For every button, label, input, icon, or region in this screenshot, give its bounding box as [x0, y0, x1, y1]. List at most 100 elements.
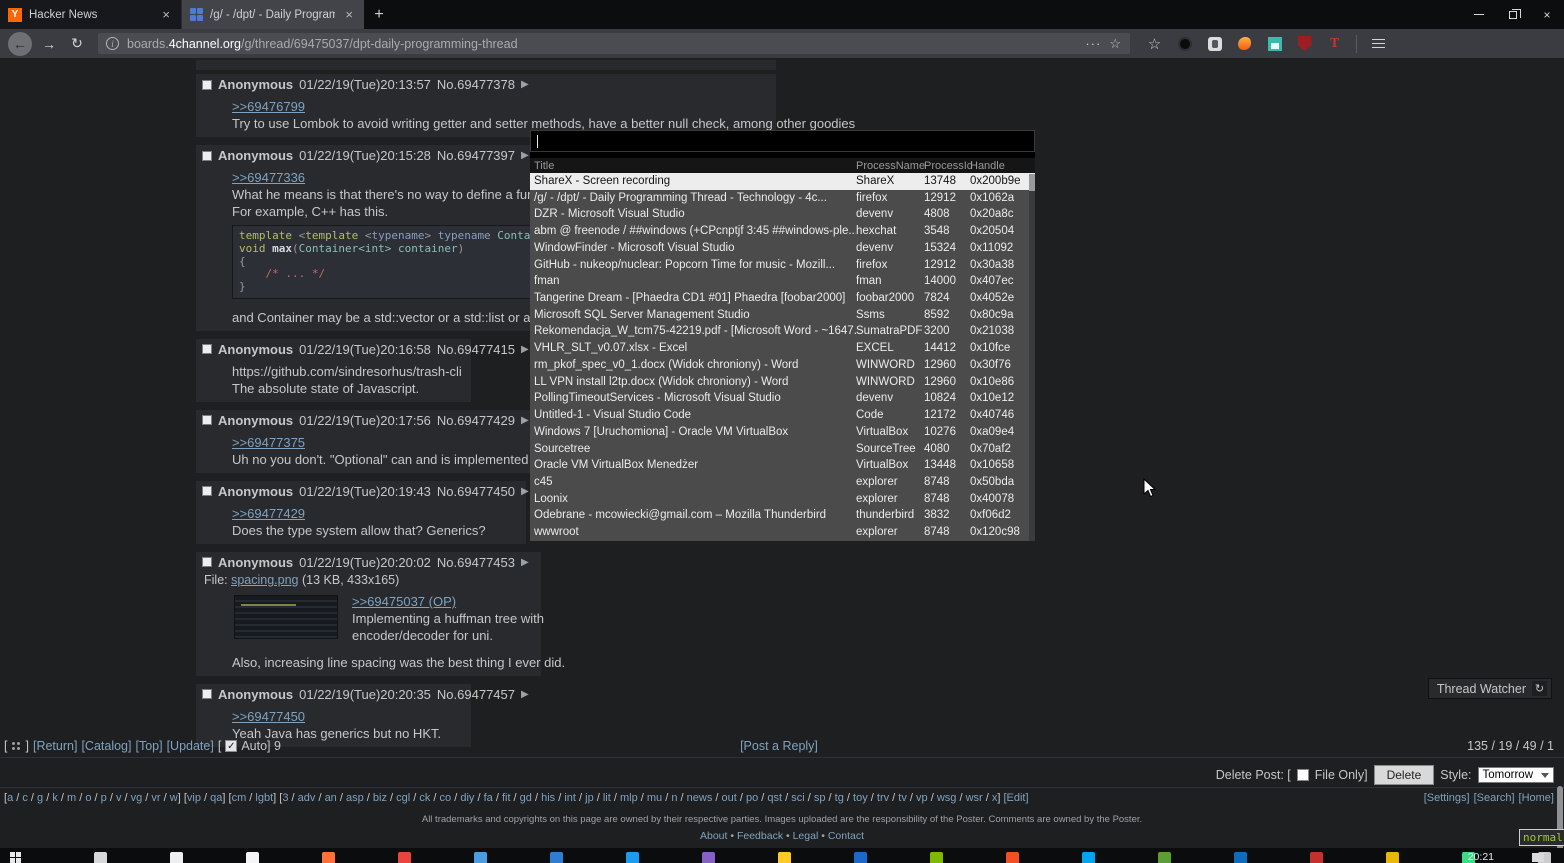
post-menu-arrow-icon[interactable]: ▶	[521, 150, 529, 161]
bookmark-star-icon[interactable]: ☆	[1109, 36, 1122, 52]
tab-close-icon[interactable]: ×	[159, 7, 173, 22]
taskbar-icon[interactable]	[930, 852, 943, 863]
window-list-row[interactable]: Rekomendacja_W_tcm75-42219.pdf - [Micros…	[530, 323, 1035, 341]
window-list-row[interactable]: PollingTimeoutServices - Microsoft Visua…	[530, 390, 1035, 408]
board-link-3[interactable]: 3	[282, 792, 288, 804]
board-link-qa[interactable]: qa	[210, 792, 222, 804]
board-link-mlp[interactable]: mlp	[620, 792, 638, 804]
footer-settings-link[interactable]: [Settings]	[1424, 792, 1470, 804]
post-number[interactable]: No.69477429	[437, 413, 515, 428]
flame-icon[interactable]	[1236, 35, 1253, 52]
post-checkbox[interactable]	[202, 557, 212, 568]
window-list-row[interactable]: Windows 7 [Uruchomiona] - Oracle VM Virt…	[530, 423, 1035, 441]
post-number[interactable]: No.69477450	[437, 484, 515, 499]
window-list-row[interactable]: /g/ - /dpt/ - Daily Programming Thread -…	[530, 189, 1035, 207]
style-select[interactable]: Tomorrow	[1477, 767, 1554, 783]
taskbar-icon[interactable]	[246, 852, 259, 863]
taskbar-icon[interactable]	[398, 852, 411, 863]
board-link-g[interactable]: g	[37, 792, 43, 804]
taskbar-icon[interactable]	[550, 852, 563, 863]
window-list-row[interactable]: rm_pkof_spec_v0_1.docx (Widok chroniony)…	[530, 356, 1035, 374]
window-list-row[interactable]: c45 explorer 8748 0x50bda	[530, 473, 1035, 491]
board-link-v[interactable]: v	[116, 792, 122, 804]
board-link-a[interactable]: a	[7, 792, 13, 804]
taskbar-icon[interactable]	[1082, 852, 1095, 863]
window-list-row[interactable]: GitHub - nukeop/nuclear: Popcorn Time fo…	[530, 256, 1035, 274]
window-list-row[interactable]: DZR - Microsoft Visual Studio devenv 4808 0…	[530, 206, 1035, 224]
window-list-row[interactable]: Tangerine Dream - [Phaedra CD1 #01] Phae…	[530, 290, 1035, 307]
footer-link-legal[interactable]: Legal	[793, 830, 819, 842]
board-link-w[interactable]: w	[170, 792, 178, 804]
board-link-k[interactable]: k	[52, 792, 58, 804]
url-bar[interactable]: i boards.4channel.org/g/thread/69475037/…	[98, 33, 1130, 54]
close-button[interactable]: ×	[1530, 0, 1564, 29]
board-link-sp[interactable]: sp	[814, 792, 826, 804]
board-link-tg[interactable]: tg	[835, 792, 844, 804]
code-screenshot-thumbnail[interactable]	[234, 594, 338, 639]
library-icon[interactable]: ☆	[1146, 35, 1163, 53]
window-list-row[interactable]: fman fman 14000 0x407ec	[530, 273, 1035, 291]
tab-close-icon[interactable]: ×	[342, 7, 356, 22]
ublock-icon[interactable]	[1296, 35, 1313, 52]
board-link-tv[interactable]: tv	[898, 792, 907, 804]
post-menu-arrow-icon[interactable]: ▶	[521, 689, 529, 700]
board-link-out[interactable]: out	[722, 792, 737, 804]
refresh-icon[interactable]: ↻	[1532, 681, 1547, 696]
post-a-reply[interactable]: [Post a Reply]	[740, 739, 818, 753]
floppy-icon[interactable]	[1266, 35, 1283, 52]
post-checkbox[interactable]	[202, 150, 212, 161]
board-link-o[interactable]: o	[85, 792, 91, 804]
site-info-icon[interactable]: i	[106, 37, 119, 50]
window-list-row[interactable]: Odebrane - mcowiecki@gmail.com – Mozilla…	[530, 507, 1035, 525]
post-checkbox[interactable]	[202, 486, 212, 497]
window-finder-search-input[interactable]	[530, 130, 1035, 152]
taskbar-icon[interactable]	[1234, 852, 1247, 863]
board-link-po[interactable]: po	[746, 792, 758, 804]
post-number[interactable]: No.69477453	[437, 555, 515, 570]
window-list-row[interactable]: VHLR_SLT_v0.07.xlsx - Excel EXCEL 14412 0x1…	[530, 340, 1035, 357]
post-checkbox[interactable]	[202, 415, 212, 426]
reload-button[interactable]: ↻	[66, 35, 88, 52]
board-link-vr[interactable]: vr	[151, 792, 160, 804]
taskbar-icon[interactable]	[778, 852, 791, 863]
post-menu-arrow-icon[interactable]: ▶	[521, 557, 529, 568]
new-tab-button[interactable]: +	[364, 0, 394, 29]
window-list-row[interactable]: ShareX - Screen recording ShareX 13748 0x20…	[530, 173, 1035, 190]
board-link-wsg[interactable]: wsg	[937, 792, 957, 804]
taskbar-icon[interactable]	[854, 852, 867, 863]
taskbar-clock[interactable]: 20:21	[1468, 851, 1494, 863]
post-checkbox[interactable]	[202, 344, 212, 355]
file-only-checkbox[interactable]	[1296, 769, 1309, 781]
window-list-row[interactable]: Microsoft SQL Server Management Studio Ss…	[530, 306, 1035, 324]
board-link-lgbt[interactable]: lgbt	[255, 792, 273, 804]
board-link-fit[interactable]: fit	[502, 792, 511, 804]
start-button[interactable]	[10, 852, 21, 863]
extension-icon[interactable]	[1206, 35, 1223, 52]
post-menu-arrow-icon[interactable]: ▶	[521, 415, 529, 426]
window-list-row[interactable]: Untitled-1 - Visual Studio Code Code 12172…	[530, 407, 1035, 424]
window-list-row[interactable]: Oracle VM VirtualBox Menedżer VirtualBox 1…	[530, 457, 1035, 474]
footer-link-contact[interactable]: Contact	[828, 830, 864, 842]
window-list-row[interactable]: Sourcetree SourceTree 4080 0x70af2	[530, 440, 1035, 458]
board-link-x[interactable]: x	[992, 792, 998, 804]
post-checkbox[interactable]	[202, 79, 212, 90]
post-number[interactable]: No.69477457	[437, 687, 515, 702]
board-link-fa[interactable]: fa	[484, 792, 493, 804]
post-menu-arrow-icon[interactable]: ▶	[521, 486, 529, 497]
board-link-mu[interactable]: mu	[647, 792, 662, 804]
taskbar-icon[interactable]	[322, 852, 335, 863]
board-link-his[interactable]: his	[541, 792, 555, 804]
board-link-m[interactable]: m	[67, 792, 76, 804]
post-number[interactable]: No.69477415	[437, 342, 515, 357]
board-link-an[interactable]: an	[325, 792, 337, 804]
taskbar-icon[interactable]	[170, 852, 183, 863]
board-link-news[interactable]: news	[687, 792, 713, 804]
board-link-cm[interactable]: cm	[232, 792, 247, 804]
post-menu-arrow-icon[interactable]: ▶	[521, 344, 529, 355]
window-list-row[interactable]: WindowFinder - Microsoft Visual Studio de…	[530, 239, 1035, 257]
board-link-adv[interactable]: adv	[298, 792, 316, 804]
board-link-p[interactable]: p	[101, 792, 107, 804]
board-edit-link[interactable]: [Edit]	[1003, 792, 1028, 804]
thread-watcher[interactable]: Thread Watcher ↻	[1427, 678, 1552, 699]
window-list-row[interactable]: LL VPN install l2tp.docx (Widok chronion…	[530, 373, 1035, 391]
